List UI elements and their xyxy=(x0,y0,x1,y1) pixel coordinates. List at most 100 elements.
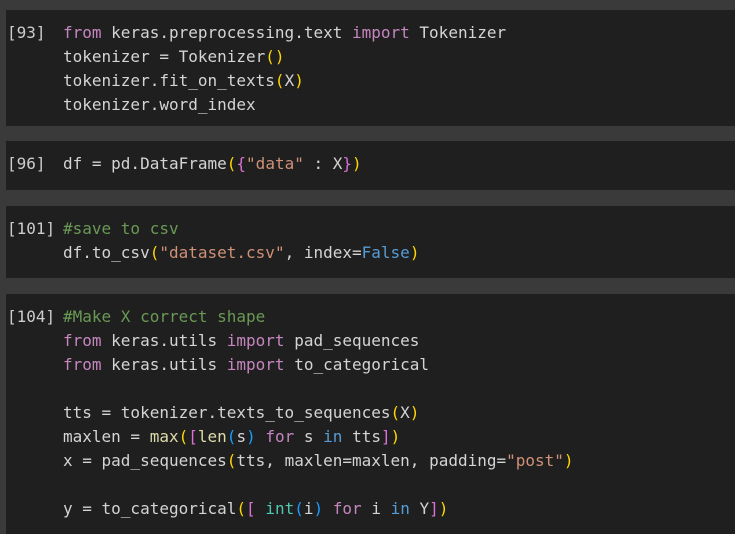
code-token: maxlen = xyxy=(63,427,150,446)
code-token: df = pd.DataFrame xyxy=(63,154,227,173)
code-editor[interactable]: #save to csv df.to_csv("dataset.csv", ind… xyxy=(63,217,419,265)
code-token: tokenizer.word_index xyxy=(63,95,256,114)
notebook: [93] from keras.preprocessing.text impor… xyxy=(0,0,735,534)
code-token: ) xyxy=(409,243,420,262)
code-line: #save to csv xyxy=(63,217,419,241)
code-token: import xyxy=(226,331,285,350)
code-token: len xyxy=(197,427,227,446)
code-token: ) xyxy=(352,154,362,173)
code-token: ( xyxy=(274,71,285,90)
code-token: ) xyxy=(438,499,449,518)
code-token: ( xyxy=(178,427,189,446)
code-token: Y xyxy=(409,499,430,518)
code-token: tts = tokenizer.texts_to_sequences xyxy=(63,403,391,422)
code-token: ( xyxy=(226,154,237,173)
code-line: y = to_categorical([ int(i) for i in Y]) xyxy=(63,497,574,521)
code-token: [ xyxy=(246,499,256,518)
code-token: ] xyxy=(380,427,391,446)
code-token: max xyxy=(149,427,179,446)
code-token: Tokenizer xyxy=(409,23,507,42)
code-token: : X xyxy=(303,154,343,173)
code-token: "dataset.csv" xyxy=(159,243,285,262)
code-token: ( xyxy=(226,427,237,446)
code-editor[interactable]: #Make X correct shape from keras.utils im… xyxy=(63,305,574,521)
code-token: ) xyxy=(313,499,324,518)
execution-count: [101] xyxy=(7,219,56,238)
code-line: tts = tokenizer.texts_to_sequences(X) xyxy=(63,401,574,425)
code-line: #Make X correct shape xyxy=(63,305,574,329)
code-token: s xyxy=(236,427,247,446)
code-token: ( xyxy=(226,451,237,470)
code-token: { xyxy=(236,154,247,173)
code-token: df.to_csv xyxy=(63,243,150,262)
code-token: () xyxy=(265,47,285,66)
code-cell[interactable]: [104] #Make X correct shape from keras.ut… xyxy=(6,294,735,534)
code-token: tts xyxy=(342,427,381,446)
code-token: ) xyxy=(294,71,304,90)
code-token: pad_sequences xyxy=(284,331,420,350)
code-token: int xyxy=(265,499,295,518)
code-editor[interactable]: df = pd.DataFrame({"data" : X}) xyxy=(63,152,362,176)
code-token: for xyxy=(265,427,295,446)
code-token: i xyxy=(361,499,391,518)
code-token: "post" xyxy=(506,451,564,470)
code-line: from keras.preprocessing.text import Tok… xyxy=(63,21,506,45)
code-editor[interactable]: from keras.preprocessing.text import Tok… xyxy=(63,21,506,117)
code-cell[interactable]: [93] from keras.preprocessing.text impor… xyxy=(6,10,735,126)
execution-count: [104] xyxy=(7,307,56,326)
code-token: from xyxy=(63,331,102,350)
code-token: X xyxy=(400,403,410,422)
code-line: df.to_csv("dataset.csv", index=False) xyxy=(63,241,419,265)
code-token: #Make X correct shape xyxy=(63,307,266,326)
code-token: to_categorical xyxy=(284,355,430,374)
code-line: df = pd.DataFrame({"data" : X}) xyxy=(63,152,362,176)
code-token: keras.utils xyxy=(101,331,227,350)
code-token: tts, maxlen=maxlen, padding= xyxy=(236,451,507,470)
code-token: ) xyxy=(246,427,256,446)
code-token: from xyxy=(63,355,102,374)
execution-count: [93] xyxy=(7,23,46,42)
code-token: ) xyxy=(563,451,574,470)
code-token: x = pad_sequences xyxy=(63,451,227,470)
code-token: ) xyxy=(409,403,420,422)
code-token: ( xyxy=(236,499,247,518)
code-token: [ xyxy=(188,427,198,446)
code-token: import xyxy=(226,355,285,374)
code-token: from xyxy=(63,23,102,42)
code-line: from keras.utils import to_categorical xyxy=(63,353,574,377)
code-token: X xyxy=(284,71,295,90)
code-token: False xyxy=(361,243,410,262)
code-token: ( xyxy=(294,499,304,518)
code-token: } xyxy=(342,154,353,173)
execution-count: [96] xyxy=(7,154,46,173)
code-token: ] xyxy=(429,499,439,518)
code-line: from keras.utils import pad_sequences xyxy=(63,329,574,353)
code-token: tokenizer.fit_on_texts xyxy=(63,71,275,90)
code-line: tokenizer.fit_on_texts(X) xyxy=(63,69,506,93)
code-cell[interactable]: [96] df = pd.DataFrame({"data" : X}) xyxy=(6,141,735,190)
code-token: , index= xyxy=(284,243,362,262)
code-token: s xyxy=(294,427,324,446)
code-token: for xyxy=(332,499,362,518)
code-token: "data" xyxy=(246,154,304,173)
code-token: keras.utils xyxy=(101,355,227,374)
code-token: keras.preprocessing.text xyxy=(101,23,352,42)
code-token: i xyxy=(303,499,314,518)
code-line: maxlen = max([len(s) for s in tts]) xyxy=(63,425,574,449)
code-token: tokenizer = Tokenizer xyxy=(63,47,266,66)
code-token: import xyxy=(351,23,410,42)
code-token: ( xyxy=(149,243,160,262)
code-token: ) xyxy=(390,427,401,446)
code-cell[interactable]: [101] #save to csv df.to_csv("dataset.csv… xyxy=(6,206,735,278)
code-line: tokenizer = Tokenizer() xyxy=(63,45,506,69)
code-token: #save to csv xyxy=(63,219,179,238)
code-line: x = pad_sequences(tts, maxlen=maxlen, pa… xyxy=(63,449,574,473)
code-token: ( xyxy=(390,403,401,422)
code-token: y = to_categorical xyxy=(63,499,237,518)
code-token: in xyxy=(390,499,410,518)
